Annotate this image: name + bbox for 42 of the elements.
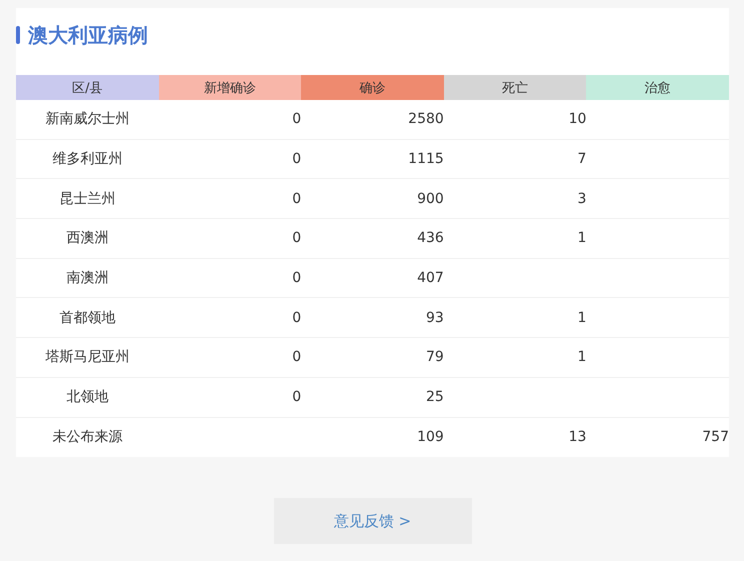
table-cell-text: 1: [576, 348, 586, 368]
table-cell-text: 10: [568, 110, 586, 130]
table-cell-text: 13: [568, 428, 586, 448]
table-cell-text: 3: [576, 190, 586, 209]
table-cell-text: 2580: [407, 110, 444, 130]
table-cell-text: 0: [291, 110, 302, 130]
table-cell-text: 塔斯马尼亚州: [44, 348, 130, 368]
column-header: 死亡: [444, 75, 586, 100]
column-header: 区/县: [16, 75, 159, 100]
column-header: 确诊: [301, 75, 444, 100]
table-cell-text: 25: [424, 388, 444, 408]
table-cell-text: 0: [291, 150, 302, 170]
table-cell-text: 436: [416, 229, 444, 248]
table-cell-text: 0: [291, 388, 302, 408]
accent-bar: [16, 26, 20, 44]
table-cell-text: 未公布来源: [51, 428, 124, 448]
column-header: 新增确诊: [158, 75, 302, 100]
table-cell-text: 757: [701, 428, 729, 448]
table-cell-text: 南澳洲: [65, 269, 110, 288]
table-cell-text: 新南威尔士州: [44, 110, 130, 130]
column-header: 治愈: [586, 75, 729, 100]
table-cell-text: 昆士兰州: [58, 190, 116, 209]
table-cell-text: 407: [416, 269, 444, 288]
feedback-button[interactable]: 意见反馈 >: [274, 498, 472, 544]
table-cell-text: 0: [291, 229, 302, 248]
table-cell-text: 首都领地: [58, 308, 116, 328]
section-title: 澳大利亚病例: [28, 22, 148, 48]
table-cell-text: 0: [291, 348, 302, 368]
table-cell-text: 维多利亚州: [51, 150, 124, 170]
table-cell-text: 93: [424, 308, 444, 328]
table-cell-text: 109: [416, 428, 444, 448]
table-cell-text: 1115: [407, 150, 444, 170]
table-cell-text: 1: [576, 308, 586, 328]
table-cell-text: 79: [424, 348, 444, 368]
table-cell-text: 北领地: [65, 388, 110, 408]
table-cell-text: 900: [416, 190, 444, 209]
table-cell-text: 0: [291, 269, 302, 288]
table-cell-text: 0: [291, 190, 302, 209]
table-cell-text: 7: [576, 150, 586, 170]
table-cell-text: 西澳洲: [65, 229, 110, 248]
table-cell-text: 1: [576, 229, 586, 248]
table-cell-text: 0: [291, 308, 302, 328]
